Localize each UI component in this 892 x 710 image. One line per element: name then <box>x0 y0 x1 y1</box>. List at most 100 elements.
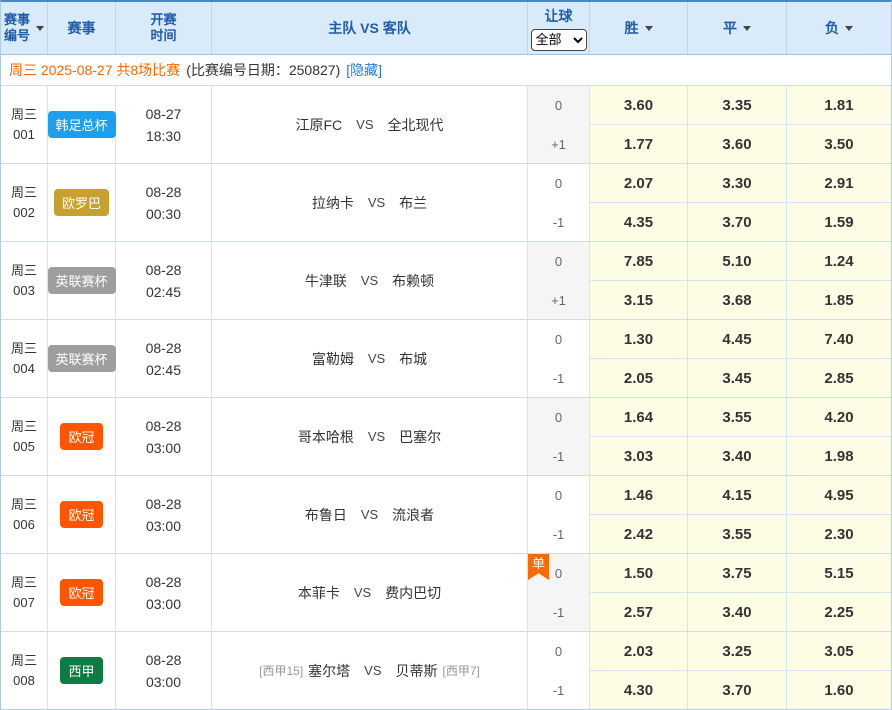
match-date: 08-28 <box>146 337 182 359</box>
odds-lose[interactable]: 7.40 <box>787 320 891 359</box>
odds-win[interactable]: 3.03 <box>590 437 688 475</box>
odds-lose[interactable]: 1.60 <box>787 671 891 709</box>
match-time: 03:00 <box>146 671 181 693</box>
odds-lose[interactable]: 3.05 <box>787 632 891 671</box>
match-day: 周三 <box>11 339 37 359</box>
match-time: 03:00 <box>146 593 181 615</box>
col-time-line2: 时间 <box>150 28 176 44</box>
odds-win[interactable]: 2.57 <box>590 593 688 631</box>
match-time: 00:30 <box>146 203 181 225</box>
odds-lose[interactable]: 1.24 <box>787 242 891 281</box>
odds-draw[interactable]: 4.15 <box>688 476 787 515</box>
odds-lose[interactable]: 4.95 <box>787 476 891 515</box>
handicap-value: 0 <box>528 242 589 281</box>
hide-link[interactable]: [隐藏] <box>346 60 382 80</box>
odds-draw[interactable]: 3.35 <box>688 86 787 125</box>
odds-draw[interactable]: 3.70 <box>688 671 787 709</box>
odds-lose[interactable]: 1.98 <box>787 437 891 475</box>
odds-draw[interactable]: 3.75 <box>688 554 787 593</box>
kickoff-time: 08-28 03:00 <box>116 398 212 475</box>
odds-draw[interactable]: 3.30 <box>688 164 787 203</box>
col-header-league: 赛事 <box>48 2 116 54</box>
col-header-draw[interactable]: 平 <box>688 2 787 54</box>
home-team: 拉纳卡 <box>312 193 354 213</box>
odds-draw[interactable]: 3.40 <box>688 437 787 475</box>
odds-draw[interactable]: 3.60 <box>688 125 787 163</box>
odds-win[interactable]: 1.46 <box>590 476 688 515</box>
odds-lose[interactable]: 1.59 <box>787 203 891 241</box>
odds-draw[interactable]: 3.45 <box>688 359 787 397</box>
teams-cell: 拉纳卡 VS 布兰 <box>212 164 528 241</box>
odds-win[interactable]: 4.30 <box>590 671 688 709</box>
handicap-cell: 0 -1 <box>528 320 590 397</box>
league-badge: 英联赛杯 <box>48 267 116 294</box>
sort-caret-icon[interactable] <box>743 26 751 31</box>
col-header-lose[interactable]: 负 <box>787 2 891 54</box>
odds-win[interactable]: 2.05 <box>590 359 688 397</box>
odds-lose[interactable]: 1.81 <box>787 86 891 125</box>
away-team: 贝蒂斯 <box>396 661 438 681</box>
kickoff-time: 08-28 03:00 <box>116 632 212 709</box>
odds-win[interactable]: 1.77 <box>590 125 688 163</box>
odds-win[interactable]: 1.64 <box>590 398 688 437</box>
odds-draw[interactable]: 3.55 <box>688 515 787 553</box>
match-row: 周三 008 西甲 08-28 03:00 [西甲15] 塞尔塔 VS 贝蒂斯 … <box>1 632 891 709</box>
teams-cell: 哥本哈根 VS 巴塞尔 <box>212 398 528 475</box>
odds-draw[interactable]: 4.45 <box>688 320 787 359</box>
league-badge: 欧罗巴 <box>54 189 109 216</box>
odds-lose[interactable]: 2.30 <box>787 515 891 553</box>
col-header-win[interactable]: 胜 <box>590 2 688 54</box>
odds-win[interactable]: 2.07 <box>590 164 688 203</box>
odds-draw[interactable]: 3.25 <box>688 632 787 671</box>
handicap-value: -1 <box>528 203 589 241</box>
odds-win[interactable]: 2.42 <box>590 515 688 553</box>
odds-lose[interactable]: 3.50 <box>787 125 891 163</box>
home-rank: [西甲15] <box>259 662 303 679</box>
odds-win[interactable]: 2.03 <box>590 632 688 671</box>
odds-win[interactable]: 7.85 <box>590 242 688 281</box>
match-number: 002 <box>13 203 35 223</box>
kickoff-time: 08-28 02:45 <box>116 242 212 319</box>
col-header-teams: 主队 VS 客队 <box>212 2 528 54</box>
odds-lose[interactable]: 2.91 <box>787 164 891 203</box>
match-day: 周三 <box>11 495 37 515</box>
away-team: 巴塞尔 <box>399 427 441 447</box>
match-number: 007 <box>13 593 35 613</box>
match-id: 周三 006 <box>1 476 48 553</box>
vs-label: VS <box>354 585 371 600</box>
match-day: 周三 <box>11 573 37 593</box>
col-header-match-id[interactable]: 赛事 编号 <box>1 2 48 54</box>
odds-win[interactable]: 1.30 <box>590 320 688 359</box>
kickoff-time: 08-27 18:30 <box>116 86 212 163</box>
match-row: 周三 002 欧罗巴 08-28 00:30 拉纳卡 VS 布兰 0 -1 2.… <box>1 164 891 242</box>
odds-lose[interactable]: 1.85 <box>787 281 891 319</box>
odds-table: 赛事 编号 赛事 开赛 时间 主队 VS 客队 让球 全部 胜 <box>0 0 892 710</box>
odds-draw[interactable]: 3.40 <box>688 593 787 631</box>
match-time: 03:00 <box>146 437 181 459</box>
sort-caret-icon[interactable] <box>645 26 653 31</box>
odds-win[interactable]: 1.50 <box>590 554 688 593</box>
sort-caret-icon[interactable] <box>36 26 44 31</box>
odds-win[interactable]: 3.60 <box>590 86 688 125</box>
odds-draw[interactable]: 3.70 <box>688 203 787 241</box>
odds-lose[interactable]: 4.20 <box>787 398 891 437</box>
match-id: 周三 003 <box>1 242 48 319</box>
odds-draw[interactable]: 5.10 <box>688 242 787 281</box>
odds-win[interactable]: 4.35 <box>590 203 688 241</box>
odds-draw[interactable]: 3.55 <box>688 398 787 437</box>
handicap-cell: 0 +1 <box>528 86 590 163</box>
col-header-time: 开赛 时间 <box>116 2 212 54</box>
sort-caret-icon[interactable] <box>845 26 853 31</box>
handicap-value: 0 <box>528 320 589 359</box>
match-day: 周三 <box>11 183 37 203</box>
odds-lose[interactable]: 2.85 <box>787 359 891 397</box>
match-time: 18:30 <box>146 125 181 147</box>
odds-lose[interactable]: 2.25 <box>787 593 891 631</box>
handicap-filter-select[interactable]: 全部 <box>531 29 587 51</box>
match-id: 周三 007 <box>1 554 48 631</box>
odds-win[interactable]: 3.15 <box>590 281 688 319</box>
odds-lose[interactable]: 5.15 <box>787 554 891 593</box>
match-date: 08-28 <box>146 649 182 671</box>
away-rank: [西甲7] <box>443 662 480 679</box>
odds-draw[interactable]: 3.68 <box>688 281 787 319</box>
